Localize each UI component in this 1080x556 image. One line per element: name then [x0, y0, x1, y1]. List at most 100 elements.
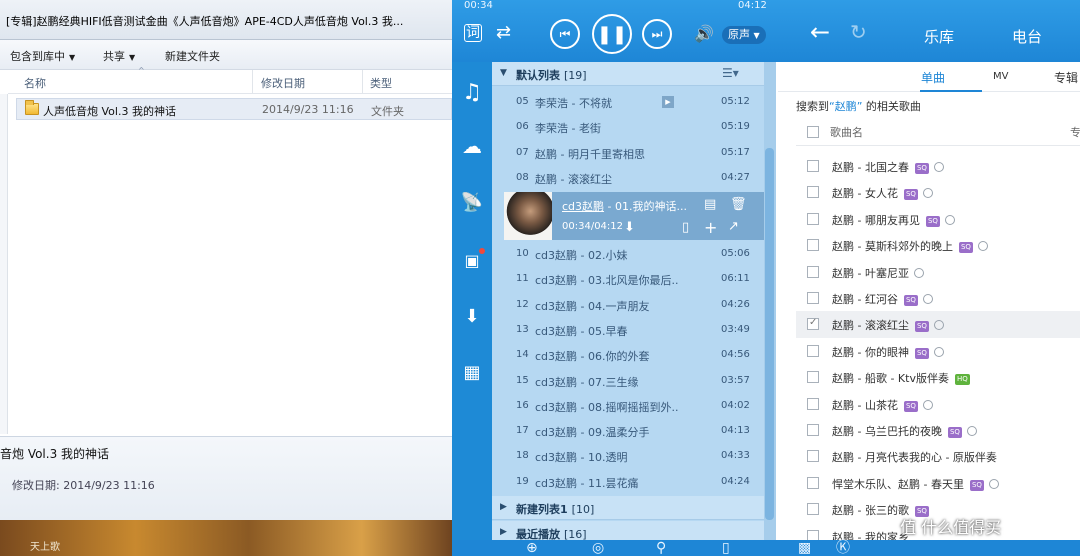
song-row[interactable]: 赵鹏 - 红河谷 SQ — [796, 285, 1080, 311]
include-in-library-button[interactable]: 包含到库中 ▼ — [10, 48, 75, 64]
phone-icon[interactable]: ▯ — [682, 220, 689, 235]
pause-button[interactable]: ❚❚ — [592, 14, 632, 54]
tab-mv[interactable]: MV — [993, 71, 1008, 82]
playlist-group-new[interactable]: ▶ 新建列表1 [10] — [492, 496, 764, 520]
song-row[interactable]: 赵鹏 - 你的眼神 SQ — [796, 338, 1080, 364]
list-menu-icon[interactable]: ☰▾ — [722, 66, 739, 80]
back-arrow-icon[interactable]: ← — [810, 20, 830, 44]
track-row[interactable]: 06 李荣浩 - 老街 05:19 — [492, 115, 764, 140]
share-button[interactable]: 共享 ▼ — [103, 48, 135, 64]
song-row[interactable]: 赵鹏 - 北国之春 SQ — [796, 153, 1080, 179]
song-row[interactable]: 悍堂木乐队、赵鹏 - 春天里 SQ — [796, 470, 1080, 496]
globe-icon[interactable] — [922, 188, 933, 199]
refresh-icon[interactable]: ↻ — [850, 22, 867, 42]
globe-icon[interactable] — [922, 399, 933, 410]
track-row[interactable]: 18 cd3赵鹏 - 10.透明 04:33 — [492, 444, 764, 469]
song-checkbox[interactable] — [807, 424, 819, 436]
track-row[interactable]: 16 cd3赵鹏 - 08.摇啊摇摇到外.. 04:02 — [492, 394, 764, 419]
next-button[interactable]: ⏭ — [642, 19, 672, 49]
song-checkbox[interactable] — [807, 371, 819, 384]
volume-icon[interactable]: 🔊 — [694, 24, 714, 43]
globe-icon[interactable] — [977, 241, 988, 252]
share-icon[interactable]: ↗ — [728, 219, 739, 234]
locate-icon[interactable]: ◎ — [592, 540, 604, 556]
globe-icon[interactable] — [933, 162, 944, 172]
song-checkbox[interactable] — [807, 397, 819, 410]
add-circle-icon[interactable]: ⊕ — [526, 540, 538, 556]
column-divider[interactable] — [362, 70, 363, 93]
globe-icon[interactable] — [944, 214, 955, 225]
gamepad-icon[interactable]: ▩ — [798, 540, 811, 556]
download-icon[interactable]: ⬇ — [460, 304, 484, 328]
explorer-address-bar[interactable]: [专辑]赵鹏经典HIFI低音测试金曲《人声低音炮》APE-4CD人声低音炮 Vo… — [0, 0, 452, 40]
song-checkbox[interactable] — [807, 317, 819, 331]
column-type[interactable]: 类型 — [370, 75, 392, 91]
now-playing-artist[interactable]: cd3赵鹏 — [562, 200, 604, 213]
column-name[interactable]: 名称 — [24, 75, 46, 91]
sound-mode-select[interactable]: 原声 ▼ — [722, 26, 766, 44]
song-checkbox[interactable] — [807, 186, 819, 199]
track-row[interactable]: 19 cd3赵鹏 - 11.昙花痛 04:24 — [492, 470, 764, 495]
globe-icon[interactable] — [913, 267, 924, 278]
track-row[interactable]: 12 cd3赵鹏 - 04.一声朋友 04:26 — [492, 293, 764, 318]
lyrics-icon[interactable]: 词 — [464, 24, 482, 42]
track-row[interactable]: 13 cd3赵鹏 - 05.早春 03:49 — [492, 318, 764, 343]
globe-icon[interactable] — [988, 478, 999, 489]
song-checkbox[interactable] — [807, 212, 819, 225]
shuffle-icon[interactable]: ⇄ — [496, 22, 511, 43]
music-note-icon[interactable]: ♫ — [460, 80, 484, 105]
delete-icon[interactable]: 🗑 — [730, 197, 747, 212]
column-date[interactable]: 修改日期 — [261, 75, 305, 91]
track-row[interactable]: 17 cd3赵鹏 - 09.温柔分手 04:13 — [492, 419, 764, 444]
tab-library[interactable]: 乐库 — [924, 26, 954, 47]
globe-icon[interactable] — [933, 320, 944, 331]
select-all-checkbox[interactable] — [807, 126, 819, 138]
add-icon[interactable]: + — [704, 218, 717, 237]
album-column[interactable]: 专 — [1070, 124, 1080, 140]
track-row[interactable]: 05 李荣浩 - 不将就 05:12 ▶ — [492, 90, 764, 115]
song-checkbox[interactable] — [807, 476, 819, 489]
scrollbar-thumb[interactable] — [765, 148, 774, 520]
song-row[interactable]: 赵鹏 - 哪朋友再见 SQ — [796, 206, 1080, 232]
playlist-group-default[interactable]: ▼ 默认列表 [19] ☰▾ — [492, 62, 764, 86]
song-checkbox[interactable] — [807, 292, 819, 304]
track-row[interactable]: 11 cd3赵鹏 - 03.北风是你最后.. 06:11 — [492, 267, 764, 292]
k-song-icon[interactable]: Ⓚ — [836, 540, 850, 556]
song-row[interactable]: 赵鹏 - 月亮代表我的心 - 原版伴奏 — [796, 443, 1080, 469]
globe-icon[interactable] — [933, 346, 944, 357]
new-folder-button[interactable]: 新建文件夹 — [165, 48, 220, 64]
song-checkbox[interactable] — [807, 239, 819, 252]
song-checkbox[interactable] — [807, 265, 819, 278]
previous-button[interactable]: ⏮ — [550, 19, 580, 49]
tab-single[interactable]: 单曲 — [921, 69, 945, 86]
file-row[interactable]: 人声低音炮 Vol.3 我的神话 2014/9/23 11:16 文件夹 — [16, 98, 452, 120]
search-icon[interactable]: ⚲ — [656, 540, 666, 556]
track-row[interactable]: 08 赵鹏 - 滚滚红尘 04:27 — [492, 166, 764, 191]
song-row[interactable]: 赵鹏 - 乌兰巴托的夜晚 SQ — [796, 417, 1080, 443]
song-checkbox[interactable] — [807, 450, 819, 463]
download-icon[interactable]: ⬇ — [624, 220, 635, 235]
mv-icon[interactable]: ▤ — [704, 197, 716, 212]
song-row[interactable]: 赵鹏 - 山茶花 SQ — [796, 391, 1080, 417]
song-name-column[interactable]: 歌曲名 — [830, 124, 863, 140]
song-row[interactable]: 赵鹏 - 滚滚红尘 SQ — [796, 311, 1080, 338]
tab-radio[interactable]: 电台 — [1012, 26, 1042, 47]
song-row[interactable]: 赵鹏 - 莫斯科郊外的晚上 SQ — [796, 232, 1080, 258]
song-row[interactable]: 赵鹏 - 船歌 - Ktv版伴奏 HQ — [796, 364, 1080, 390]
song-checkbox[interactable] — [807, 344, 819, 357]
song-checkbox[interactable] — [807, 503, 819, 516]
mobile-icon[interactable]: ▯ — [722, 540, 730, 556]
globe-icon[interactable] — [966, 426, 977, 436]
cloud-icon[interactable]: ☁ — [460, 134, 484, 158]
track-row[interactable]: 15 cd3赵鹏 - 07.三生缘 03:57 — [492, 369, 764, 394]
song-row[interactable]: 赵鹏 - 叶塞尼亚 — [796, 259, 1080, 285]
column-divider[interactable] — [252, 70, 253, 93]
apps-grid-icon[interactable]: ▦ — [460, 360, 484, 384]
tab-album[interactable]: 专辑 — [1054, 69, 1078, 86]
globe-icon[interactable] — [922, 294, 933, 304]
now-playing-item[interactable]: cd3赵鹏 - 01.我的神话... ▤ 🗑 00:34/04:12 ⬇ ▯ +… — [504, 192, 764, 240]
song-checkbox[interactable] — [807, 160, 819, 172]
mv-icon[interactable]: ▶ — [662, 96, 674, 108]
track-row[interactable]: 10 cd3赵鹏 - 02.小妹 05:06 — [492, 242, 764, 267]
track-row[interactable]: 14 cd3赵鹏 - 06.你的外套 04:56 — [492, 343, 764, 368]
